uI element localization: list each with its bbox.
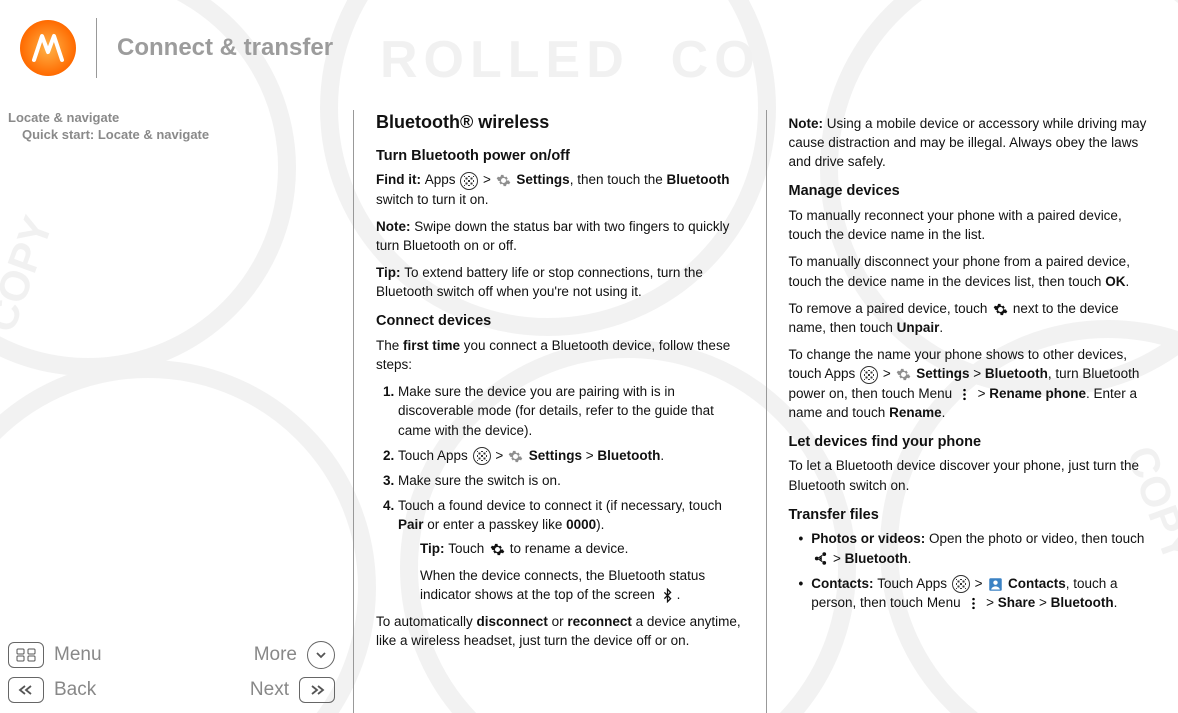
gear-icon <box>508 448 524 464</box>
apps-icon <box>952 575 970 593</box>
more-label[interactable]: More <box>254 644 297 666</box>
bluetooth-icon <box>660 587 676 603</box>
h3-transfer: Transfer files <box>789 505 1157 526</box>
menu-label[interactable]: Menu <box>54 644 102 666</box>
menu-dots-icon <box>965 596 981 612</box>
auto-disconnect: To automatically disconnect or reconnect… <box>376 612 744 650</box>
h3-discover: Let devices find your phone <box>789 432 1157 453</box>
bullet-photos: • Photos or videos: Open the photo or vi… <box>789 529 1157 567</box>
share-icon <box>812 551 828 567</box>
content-column-1: Bluetooth® wireless Turn Bluetooth power… <box>354 110 766 713</box>
next-label[interactable]: Next <box>250 679 289 701</box>
manage-p3: To remove a paired device, touch next to… <box>789 299 1157 337</box>
connect-steps: Make sure the device you are pairing wit… <box>376 382 744 604</box>
manage-p2: To manually disconnect your phone from a… <box>789 252 1157 290</box>
driving-note: Note: Using a mobile device or accessory… <box>789 114 1157 171</box>
gear-icon <box>496 173 512 189</box>
findit-label: Find it: <box>376 172 425 187</box>
page-title: Connect & transfer <box>117 34 333 62</box>
tip-battery: Tip: To extend battery life or stop conn… <box>376 263 744 301</box>
discover-p: To let a Bluetooth device discover your … <box>789 456 1157 494</box>
gear-icon <box>895 367 911 383</box>
page-header: Connect & transfer <box>0 0 1178 106</box>
sidebar: Locate & navigate Quick start: Locate & … <box>0 110 353 713</box>
step-4-indicator: When the device connects, the Bluetooth … <box>398 566 744 604</box>
breadcrumb-level-2[interactable]: Quick start: Locate & navigate <box>8 127 343 142</box>
note-swipe: Note: Swipe down the status bar with two… <box>376 217 744 255</box>
connect-intro: The first time you connect a Bluetooth d… <box>376 336 744 374</box>
step-4-tip: Tip: Touch to rename a device. <box>398 539 744 558</box>
findit-line: Find it: Apps > Settings, then touch the… <box>376 170 744 209</box>
h3-connect: Connect devices <box>376 311 744 332</box>
next-icon[interactable] <box>299 677 335 703</box>
content-column-2: Note: Using a mobile device or accessory… <box>767 110 1178 713</box>
step-1: Make sure the device you are pairing wit… <box>398 382 744 439</box>
apps-icon <box>460 172 478 190</box>
menu-dots-icon <box>957 386 973 402</box>
step-2: Touch Apps > Settings > Bluetooth. <box>398 446 744 465</box>
step-4: Touch a found device to connect it (if n… <box>398 496 744 604</box>
page-body: Locate & navigate Quick start: Locate & … <box>0 106 1178 713</box>
breadcrumb-level-1[interactable]: Locate & navigate <box>8 110 343 125</box>
apps-icon <box>473 447 491 465</box>
gear-icon <box>992 301 1008 317</box>
header-divider <box>96 18 97 78</box>
gear-icon <box>489 541 505 557</box>
h2-bluetooth: Bluetooth® wireless <box>376 110 744 136</box>
motorola-logo <box>20 20 76 76</box>
h3-power: Turn Bluetooth power on/off <box>376 146 744 167</box>
menu-icon[interactable] <box>8 642 44 668</box>
more-icon[interactable] <box>307 641 335 669</box>
person-icon <box>987 576 1003 592</box>
apps-icon <box>860 366 878 384</box>
step-3: Make sure the switch is on. <box>398 471 744 490</box>
bullet-contacts: • Contacts: Touch Apps > Contacts, touch… <box>789 574 1157 613</box>
manage-p1: To manually reconnect your phone with a … <box>789 206 1157 244</box>
back-icon[interactable] <box>8 677 44 703</box>
back-label[interactable]: Back <box>54 679 96 701</box>
sidebar-nav: Menu More Back Next <box>8 637 343 713</box>
h3-manage: Manage devices <box>789 181 1157 202</box>
manage-p4: To change the name your phone shows to o… <box>789 345 1157 422</box>
